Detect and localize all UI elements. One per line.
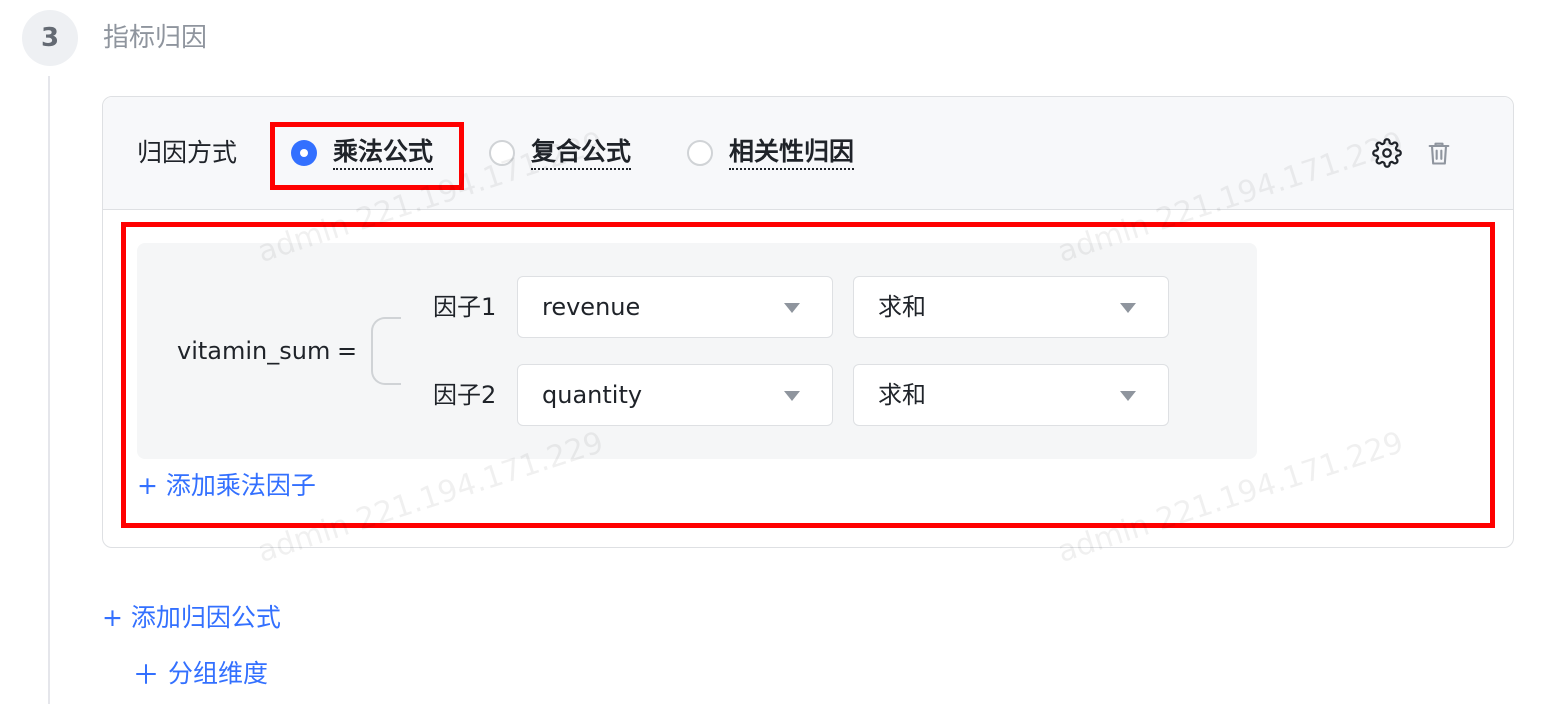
group-dimension-link[interactable]: 分组维度 [134, 657, 268, 691]
trash-icon [1428, 142, 1450, 165]
caret-down-icon [784, 391, 800, 401]
factor-2-field-select[interactable]: quantity [517, 364, 833, 426]
select-value: quantity [542, 381, 643, 409]
target-metric-name: vitamin_sum [177, 337, 331, 365]
radio-label-composite: 复合公式 [531, 136, 632, 170]
factor-2-aggregation-select[interactable]: 求和 [853, 364, 1169, 426]
radio-unchecked-indicator[interactable] [687, 140, 713, 166]
select-value: 求和 [878, 293, 926, 321]
radio-multiplication-formula[interactable]: 乘法公式 [291, 135, 434, 171]
delete-button[interactable] [1421, 135, 1457, 171]
radio-label-correlation: 相关性归因 [729, 136, 855, 170]
step-number-badge: 3 [22, 10, 78, 66]
radio-label-multiplication: 乘法公式 [333, 136, 434, 170]
add-attribution-formula-link[interactable]: + 添加归因公式 [102, 601, 281, 635]
plus-icon [136, 664, 156, 684]
select-value: revenue [542, 293, 641, 321]
settings-button[interactable] [1369, 135, 1405, 171]
equals-sign: = [337, 337, 358, 365]
factor-1-field-select[interactable]: revenue [517, 276, 833, 338]
step-number: 3 [40, 23, 60, 53]
radio-unchecked-indicator[interactable] [489, 140, 515, 166]
gear-icon [1372, 138, 1402, 168]
attribution-card: 归因方式 乘法公式 复合公式 相关性归因 vitamin_sum = 因子1 r… [102, 96, 1514, 548]
radio-composite-formula[interactable]: 复合公式 [489, 135, 632, 171]
factor-2-label: 因子2 [433, 381, 497, 409]
add-multiplication-factor-link[interactable]: + 添加乘法因子 [137, 469, 316, 503]
radio-checked-indicator[interactable] [291, 140, 317, 166]
attribution-card-header: 归因方式 乘法公式 复合公式 相关性归因 [103, 97, 1513, 210]
caret-down-icon [1120, 303, 1136, 313]
caret-down-icon [784, 303, 800, 313]
radio-correlation-attribution[interactable]: 相关性归因 [687, 135, 855, 171]
select-value: 求和 [878, 381, 926, 409]
caret-down-icon [1120, 391, 1136, 401]
step-title: 指标归因 [103, 23, 208, 53]
formula-editor: vitamin_sum = 因子1 revenue 求和 因子2 quantit… [137, 243, 1257, 459]
factor-1-label: 因子1 [433, 293, 497, 321]
group-dimension-label: 分组维度 [168, 659, 269, 688]
attribution-method-label: 归因方式 [137, 138, 238, 167]
step-connector-line [48, 76, 50, 704]
factor-1-aggregation-select[interactable]: 求和 [853, 276, 1169, 338]
factor-brace [371, 317, 401, 385]
